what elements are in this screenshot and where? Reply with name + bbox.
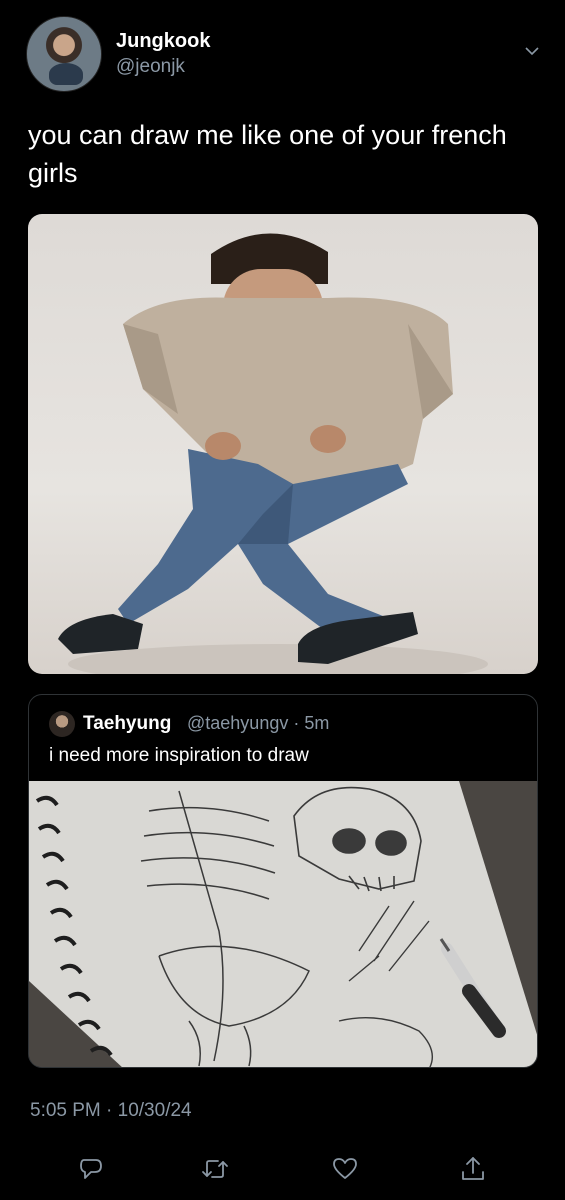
like-button[interactable] xyxy=(330,1154,360,1184)
retweet-icon xyxy=(202,1160,228,1178)
share-icon xyxy=(462,1157,484,1180)
reply-button[interactable] xyxy=(76,1154,106,1184)
tweet-timestamp[interactable]: 5:05 PM · 10/30/24 xyxy=(30,1100,192,1122)
quoted-display-name[interactable]: Taehyung xyxy=(83,713,171,735)
author-display-name[interactable]: Jungkook xyxy=(116,30,210,53)
tweet-photo[interactable] xyxy=(28,214,538,674)
tweet-text: you can draw me like one of your french … xyxy=(28,120,507,188)
retweet-button[interactable] xyxy=(200,1154,230,1184)
quoted-meta: @taehyungv · 5m xyxy=(187,713,330,733)
quoted-text: i need more inspiration to draw xyxy=(49,745,309,766)
quoted-tweet[interactable]: Taehyung @taehyungv · 5m i need more ins… xyxy=(28,694,538,1068)
author-avatar[interactable] xyxy=(26,16,102,92)
heart-icon xyxy=(333,1158,357,1179)
quoted-avatar[interactable] xyxy=(49,711,75,737)
quoted-photo[interactable] xyxy=(29,781,537,1067)
share-button[interactable] xyxy=(458,1154,488,1184)
author-handle[interactable]: @jeonjk xyxy=(116,56,185,78)
chevron-down-icon[interactable] xyxy=(525,44,539,58)
reply-icon xyxy=(80,1159,102,1179)
